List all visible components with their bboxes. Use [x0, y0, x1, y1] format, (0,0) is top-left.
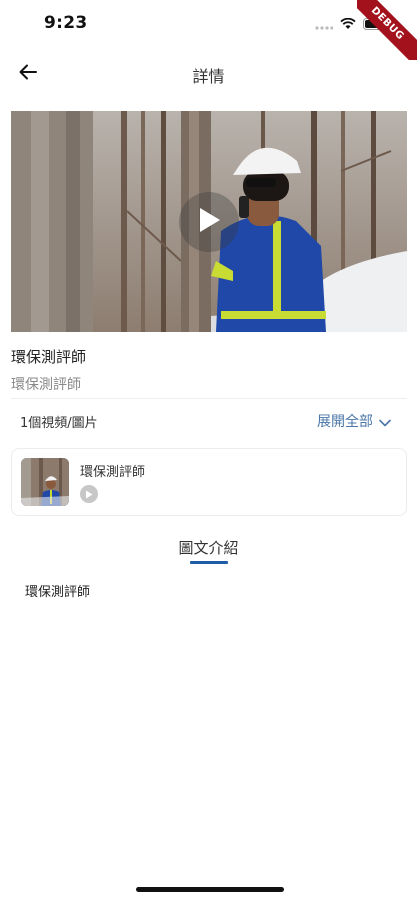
media-thumbnail — [21, 458, 69, 506]
status-bar: 9:23 DEBUG — [0, 0, 417, 60]
chevron-down-icon — [379, 412, 391, 431]
play-icon — [196, 206, 222, 238]
expand-all-button[interactable]: 展開全部 — [317, 411, 391, 431]
media-item-title: 環保測評師 — [80, 465, 146, 480]
divider — [11, 398, 407, 399]
wifi-icon — [340, 15, 356, 34]
expand-all-label: 展開全部 — [317, 414, 373, 430]
media-count-label: 1個視頻/圖片 — [20, 416, 98, 431]
tab-active-indicator — [190, 561, 228, 564]
content-subtitle: 環保測評師 — [11, 377, 81, 393]
home-indicator[interactable] — [136, 887, 284, 892]
video-player[interactable] — [11, 111, 407, 332]
signal-icon — [315, 15, 334, 34]
tab-graphic-intro[interactable]: 圖文介紹 — [0, 537, 417, 558]
play-circle-icon — [80, 485, 98, 503]
media-list-item[interactable]: 環保測評師 — [11, 448, 407, 516]
play-button[interactable] — [179, 191, 239, 252]
status-time: 9:23 — [44, 13, 88, 33]
app-bar: 詳情 — [0, 50, 417, 98]
description-text: 環保測評師 — [25, 585, 91, 600]
page-title: 詳情 — [192, 67, 225, 86]
content-title: 環保測評師 — [11, 348, 87, 366]
